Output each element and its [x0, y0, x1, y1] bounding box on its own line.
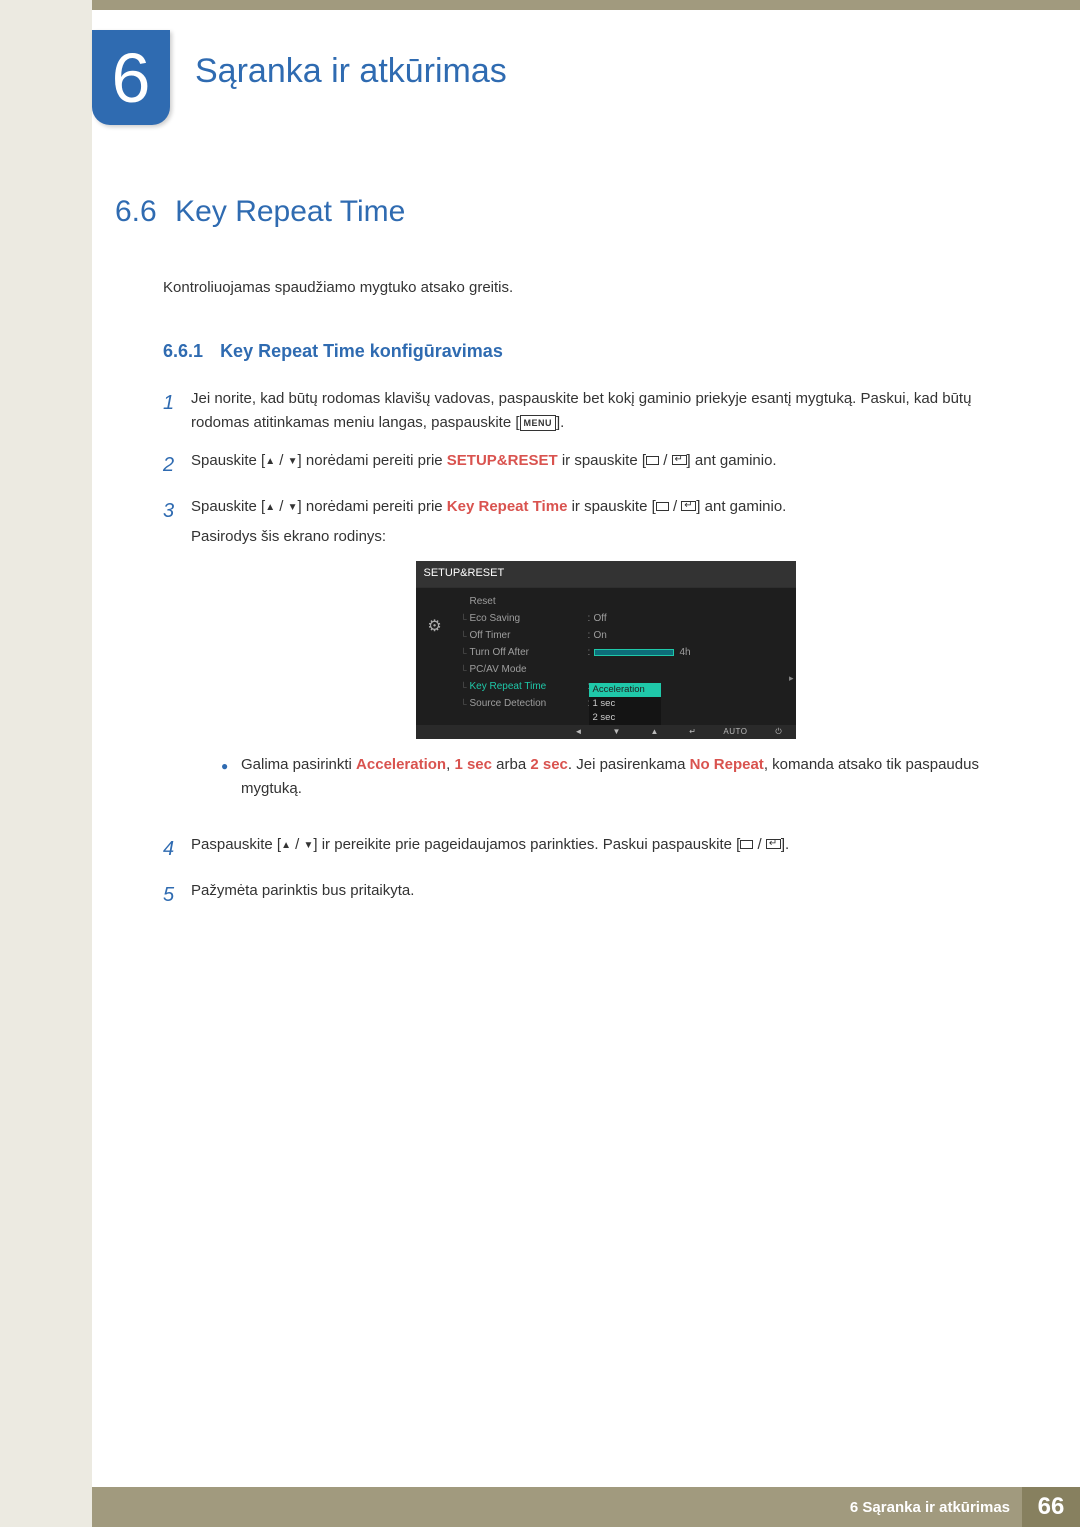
- step-body: Jei norite, kad būtų rodomas klavišų vad…: [191, 387, 1020, 435]
- osd-option-1sec: 1 sec: [589, 697, 661, 711]
- subsection-heading: 6.6.1 Key Repeat Time konfigūravimas: [163, 341, 1020, 362]
- footer-left-cover: [0, 1487, 92, 1527]
- step-body: Paspauskite [▲ / ▼] ir pereikite prie pa…: [191, 833, 1020, 865]
- step-body: Pažymėta parinktis bus pritaikyta.: [191, 879, 1020, 911]
- subsection-number: 6.6.1: [163, 341, 203, 361]
- step-3: 3 Spauskite [▲ / ▼] norėdami pereiti pri…: [163, 495, 1020, 819]
- subsection-title: Key Repeat Time konfigūravimas: [220, 341, 503, 361]
- footer-page-number: 66: [1022, 1487, 1080, 1527]
- osd-footer: ◄ ▼ ▲ ↵ AUTO ⏻: [416, 725, 796, 739]
- osd-row-offtimer: └Off Timer:On: [454, 628, 796, 645]
- chapter-title: Sąranka ir atkūrimas: [195, 52, 507, 91]
- bullet-icon: ●: [221, 753, 241, 801]
- source-button-icon: [740, 840, 753, 849]
- osd-row-reset: Reset: [454, 594, 796, 611]
- up-arrow-icon: ▲: [281, 840, 291, 851]
- step-4: 4 Paspauskite [▲ / ▼] ir pereikite prie …: [163, 833, 1020, 865]
- down-arrow-icon: ▼: [288, 456, 298, 467]
- enter-button-icon: [672, 455, 687, 465]
- highlight-key-repeat-time: Key Repeat Time: [447, 498, 568, 515]
- page-content: 6.6 Key Repeat Time Kontroliuojamas spau…: [115, 195, 1020, 925]
- enter-button-icon: [681, 501, 696, 511]
- chapter-number: 6: [112, 43, 151, 113]
- power-icon: ⏻: [772, 726, 786, 739]
- gear-icon: ⚙: [426, 618, 444, 636]
- section-title: Key Repeat Time: [175, 195, 405, 228]
- step-5: 5 Pažymėta parinktis bus pritaikyta.: [163, 879, 1020, 911]
- osd-title: SETUP&RESET: [416, 561, 796, 588]
- section-heading: 6.6 Key Repeat Time: [115, 195, 1020, 229]
- nav-down-icon: ▼: [609, 726, 623, 739]
- nav-enter-icon: ↵: [685, 726, 699, 739]
- nav-auto-label: AUTO: [723, 726, 747, 739]
- up-arrow-icon: ▲: [265, 502, 275, 513]
- left-margin: [0, 0, 92, 1527]
- chapter-number-badge: 6: [92, 30, 170, 125]
- nav-left-icon: ◄: [571, 726, 585, 739]
- highlight-setup-reset: SETUP&RESET: [447, 452, 558, 469]
- osd-slider: [594, 649, 674, 656]
- right-arrow-icon: ▸: [789, 671, 794, 685]
- down-arrow-icon: ▼: [303, 840, 313, 851]
- step-number: 3: [163, 495, 191, 819]
- step-body: Spauskite [▲ / ▼] norėdami pereiti prie …: [191, 449, 1020, 481]
- step-1: 1 Jei norite, kad būtų rodomas klavišų v…: [163, 387, 1020, 435]
- osd-row-pcav: └PC/AV Mode: [454, 662, 796, 679]
- footer: 6 Sąranka ir atkūrimas 66: [0, 1487, 1080, 1527]
- up-arrow-icon: ▲: [265, 456, 275, 467]
- osd-sidebar: ⚙: [416, 588, 454, 725]
- step-number: 4: [163, 833, 191, 865]
- osd-screenshot: SETUP&RESET ⚙ Reset └Eco Saving:Off └Off…: [416, 561, 796, 739]
- step-2: 2 Spauskite [▲ / ▼] norėdami pereiti pri…: [163, 449, 1020, 481]
- osd-row-eco: └Eco Saving:Off: [454, 611, 796, 628]
- enter-button-icon: [766, 839, 781, 849]
- option-note: ● Galima pasirinkti Acceleration, 1 sec …: [221, 753, 1020, 801]
- top-accent-bar: [0, 0, 1080, 10]
- osd-option-acceleration: Acceleration: [589, 683, 661, 697]
- footer-chapter-label: 6 Sąranka ir atkūrimas: [850, 1499, 1010, 1516]
- section-intro: Kontroliuojamas spaudžiamo mygtuko atsak…: [163, 279, 1020, 296]
- step-body: Spauskite [▲ / ▼] norėdami pereiti prie …: [191, 495, 1020, 819]
- step-number: 2: [163, 449, 191, 481]
- section-number: 6.6: [115, 195, 157, 228]
- step-list: 1 Jei norite, kad būtų rodomas klavišų v…: [163, 387, 1020, 911]
- screen-note: Pasirodys šis ekrano rodinys:: [191, 525, 1020, 549]
- down-arrow-icon: ▼: [288, 502, 298, 513]
- step-number: 5: [163, 879, 191, 911]
- nav-up-icon: ▲: [647, 726, 661, 739]
- source-button-icon: [656, 502, 669, 511]
- osd-option-2sec: 2 sec: [589, 711, 661, 725]
- source-button-icon: [646, 456, 659, 465]
- osd-row-turnoff: └Turn Off After:4h: [454, 645, 796, 662]
- step-number: 1: [163, 387, 191, 435]
- menu-button-icon: MENU: [520, 415, 557, 431]
